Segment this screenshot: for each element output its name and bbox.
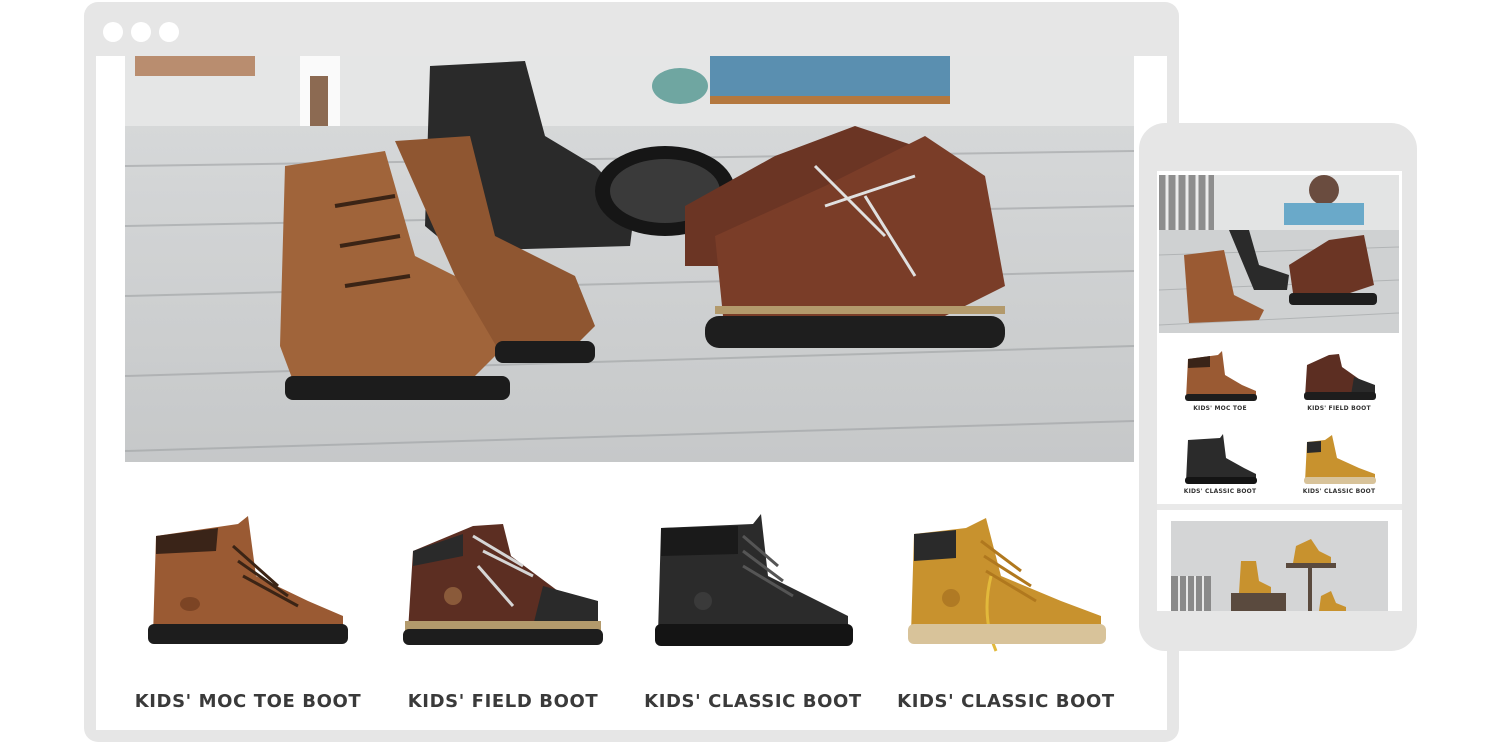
hero-image[interactable] [125, 56, 1134, 462]
desktop-browser-mockup: KIDS' MOC TOE BOOT KIDS' FIELD BOOT KIDS… [84, 2, 1179, 742]
black-classic-boot-image [655, 514, 853, 646]
product-card[interactable]: KIDS' MOC TOE BOOT [128, 506, 368, 726]
wheat-classic-boot-image [908, 518, 1106, 652]
product-name[interactable]: KIDS' CLASSIC BOOT [633, 691, 873, 712]
mobile-product-card[interactable]: KIDS' MOC TOE [1165, 347, 1275, 417]
moc-toe-boot-image [1185, 351, 1257, 401]
mobile-product-card[interactable]: KIDS' FIELD BOOT [1284, 347, 1394, 417]
window-dot-icon [131, 22, 151, 42]
mobile-product-name[interactable]: KIDS' MOC TOE [1165, 405, 1275, 412]
field-boot-image [1304, 354, 1376, 400]
mobile-product-name[interactable]: KIDS' FIELD BOOT [1284, 405, 1394, 412]
mobile-section-divider [1157, 504, 1402, 510]
moc-toe-boot-image [148, 516, 348, 644]
mobile-product-card[interactable]: KIDS' CLASSIC BOOT [1165, 430, 1275, 500]
field-boot-image [403, 524, 603, 645]
stage: KIDS' MOC TOE BOOT KIDS' FIELD BOOT KIDS… [0, 0, 1500, 750]
product-name[interactable]: KIDS' MOC TOE BOOT [128, 691, 368, 712]
window-controls [103, 22, 179, 42]
product-card[interactable]: KIDS' CLASSIC BOOT [886, 506, 1126, 726]
mobile-banner-image[interactable] [1171, 521, 1388, 611]
product-card[interactable]: KIDS' FIELD BOOT [383, 506, 623, 726]
mobile-product-card[interactable]: KIDS' CLASSIC BOOT [1284, 430, 1394, 500]
wheat-classic-boot-image [1304, 435, 1376, 484]
window-dot-icon [159, 22, 179, 42]
product-name[interactable]: KIDS' FIELD BOOT [383, 691, 623, 712]
mobile-hero-image[interactable] [1159, 175, 1399, 333]
mobile-screen: KIDS' MOC TOE KIDS' FIELD BOOT KIDS' CLA… [1157, 171, 1402, 611]
product-card[interactable]: KIDS' CLASSIC BOOT [633, 506, 873, 726]
mobile-product-name[interactable]: KIDS' CLASSIC BOOT [1284, 488, 1394, 495]
mobile-phone-mockup: KIDS' MOC TOE KIDS' FIELD BOOT KIDS' CLA… [1139, 123, 1417, 651]
mobile-product-name[interactable]: KIDS' CLASSIC BOOT [1165, 488, 1275, 495]
product-name[interactable]: KIDS' CLASSIC BOOT [886, 691, 1126, 712]
black-classic-boot-image [1185, 434, 1257, 484]
desktop-viewport: KIDS' MOC TOE BOOT KIDS' FIELD BOOT KIDS… [96, 56, 1167, 730]
window-dot-icon [103, 22, 123, 42]
